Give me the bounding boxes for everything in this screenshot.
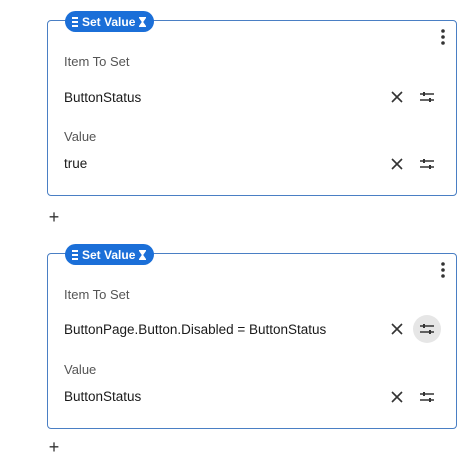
tune-icon[interactable] bbox=[413, 383, 441, 411]
drag-handle-icon[interactable] bbox=[72, 16, 78, 27]
value-field[interactable]: ButtonStatus bbox=[64, 389, 141, 404]
set-value-pill[interactable]: Set Value bbox=[65, 11, 155, 32]
tune-icon[interactable] bbox=[413, 315, 441, 343]
item-to-set-value[interactable]: ButtonPage.Button.Disabled = ButtonStatu… bbox=[64, 322, 326, 337]
item-to-set-value[interactable]: ButtonStatus bbox=[64, 90, 141, 105]
canvas: Set Value Item To Set ButtonStatus Value… bbox=[0, 0, 474, 452]
item-to-set-label: Item To Set bbox=[64, 54, 130, 69]
plus-icon: + bbox=[48, 436, 60, 452]
set-value-pill[interactable]: Set Value bbox=[65, 244, 155, 265]
close-icon[interactable] bbox=[383, 315, 411, 343]
more-vertical-icon[interactable] bbox=[440, 29, 446, 45]
plus-icon: + bbox=[48, 206, 60, 227]
close-icon[interactable] bbox=[383, 150, 411, 178]
add-step-button[interactable]: + bbox=[47, 207, 61, 227]
hourglass-icon[interactable] bbox=[139, 16, 147, 27]
value-field[interactable]: true bbox=[64, 156, 87, 171]
item-to-set-label: Item To Set bbox=[64, 287, 130, 302]
set-value-block-2[interactable]: Set Value Item To Set ButtonPage.Button.… bbox=[47, 244, 457, 429]
block-title: Set Value bbox=[82, 14, 136, 29]
drag-handle-icon[interactable] bbox=[72, 249, 78, 260]
block-title: Set Value bbox=[82, 247, 136, 262]
tune-icon[interactable] bbox=[413, 150, 441, 178]
value-label: Value bbox=[64, 129, 97, 144]
close-icon[interactable] bbox=[383, 83, 411, 111]
add-step-button[interactable]: + bbox=[47, 436, 61, 452]
set-value-block-1[interactable]: Set Value Item To Set ButtonStatus Value… bbox=[47, 11, 457, 196]
hourglass-icon[interactable] bbox=[139, 249, 147, 260]
value-label: Value bbox=[64, 362, 97, 377]
more-vertical-icon[interactable] bbox=[440, 262, 446, 278]
close-icon[interactable] bbox=[383, 383, 411, 411]
tune-icon[interactable] bbox=[413, 83, 441, 111]
